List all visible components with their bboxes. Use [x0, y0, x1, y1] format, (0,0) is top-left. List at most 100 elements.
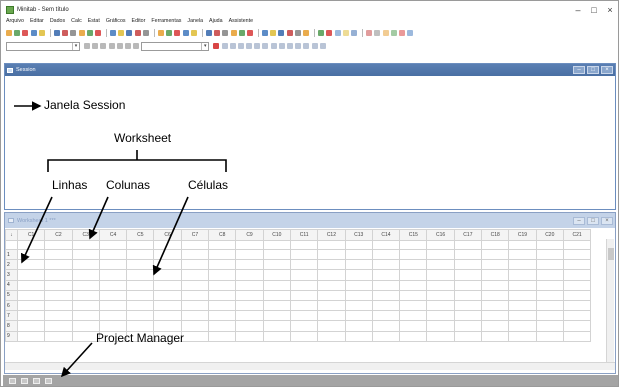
graph-folder-icon[interactable] — [45, 377, 52, 384]
toolbar-tool-icon[interactable] — [174, 30, 181, 36]
worksheet-cell[interactable] — [453, 248, 483, 261]
toolbar-tool-icon[interactable] — [270, 30, 277, 36]
worksheet-cell[interactable] — [344, 330, 373, 342]
worksheet-cell[interactable] — [535, 330, 564, 342]
column-name-cell[interactable] — [535, 240, 564, 250]
menu-item-arquivo[interactable]: Arquivo — [6, 18, 24, 24]
worksheet-cell[interactable] — [453, 320, 483, 332]
worksheet-cell[interactable] — [371, 248, 401, 261]
worksheet-cell[interactable] — [426, 259, 455, 271]
worksheet-cell[interactable] — [126, 248, 155, 261]
column-header[interactable]: C14 — [371, 229, 401, 241]
worksheet-cell[interactable] — [562, 259, 592, 271]
toolbar-tool-icon[interactable] — [326, 30, 333, 36]
toolbar-tool-icon[interactable] — [118, 30, 125, 36]
worksheet-cell[interactable] — [371, 279, 401, 291]
worksheet-cell[interactable] — [126, 299, 155, 312]
minimize-button[interactable]: – — [570, 4, 586, 16]
close-button[interactable]: × — [602, 4, 618, 16]
worksheet-cell[interactable] — [44, 299, 73, 312]
worksheet-cell[interactable] — [180, 289, 210, 301]
worksheet-cell[interactable] — [235, 269, 264, 281]
menu-item-estat[interactable]: Estat — [88, 18, 100, 24]
worksheet-cell[interactable] — [180, 269, 210, 281]
toolbar-tool-icon[interactable] — [86, 30, 93, 36]
session-minimize-button[interactable]: – — [573, 66, 585, 74]
toolbar-tool-icon[interactable] — [398, 30, 405, 36]
worksheet-cell[interactable] — [371, 330, 401, 342]
column-name-cell[interactable] — [453, 240, 483, 250]
worksheet-cell[interactable] — [208, 299, 237, 312]
toolbar-tool-icon[interactable] — [278, 30, 285, 36]
worksheet-cell[interactable] — [508, 330, 537, 342]
worksheet-cell[interactable] — [235, 259, 264, 271]
worksheet-grid[interactable]: ↓ C1 C2 C3 C4 C5 C6 C7 C8 C9 C10 C11 C12 C13 C14 C15 C16… — [5, 229, 605, 362]
maximize-button[interactable]: □ — [586, 4, 602, 16]
worksheet-cell[interactable] — [426, 320, 455, 332]
column-header[interactable]: C16 — [426, 229, 455, 241]
worksheet-cell[interactable] — [508, 279, 537, 291]
worksheet-cell[interactable] — [180, 259, 210, 271]
toolbar-tool-icon[interactable] — [222, 30, 229, 36]
worksheet-cell[interactable] — [508, 299, 537, 312]
worksheet-cell[interactable] — [262, 248, 291, 261]
worksheet-cell[interactable] — [262, 320, 291, 332]
worksheet-cell[interactable] — [426, 279, 455, 291]
worksheet-cell[interactable] — [44, 289, 73, 301]
column-header[interactable]: C7 — [180, 229, 210, 241]
worksheet-cell[interactable] — [71, 320, 100, 332]
toolbar-tool-icon[interactable] — [407, 30, 414, 36]
worksheet-cell[interactable] — [426, 299, 455, 312]
worksheet-cell[interactable] — [98, 320, 128, 332]
worksheet-cell[interactable] — [317, 269, 346, 281]
worksheet-cell[interactable] — [180, 299, 210, 312]
column-header[interactable]: C6 — [153, 229, 182, 241]
column-name-cell[interactable] — [44, 240, 73, 250]
worksheet-cell[interactable] — [344, 289, 373, 301]
column-name-cell[interactable] — [180, 240, 210, 250]
column-header[interactable]: C2 — [44, 229, 73, 241]
worksheet-cell[interactable] — [453, 330, 483, 342]
toolbar-tool-icon[interactable] — [319, 43, 326, 49]
column-header[interactable]: C3 — [71, 229, 100, 241]
toolbar-tool-icon[interactable] — [229, 43, 236, 49]
column-name-cell[interactable] — [508, 240, 537, 250]
toolbar-tool-icon[interactable] — [390, 30, 397, 36]
worksheet-cell[interactable] — [481, 299, 510, 312]
worksheet-cell[interactable] — [399, 248, 428, 261]
worksheet-cell[interactable] — [98, 310, 128, 322]
toolbar-tool-icon[interactable] — [334, 30, 341, 36]
worksheet-cell[interactable] — [235, 310, 264, 322]
column-header[interactable]: C21 — [562, 229, 592, 241]
worksheet-cell[interactable] — [262, 269, 291, 281]
worksheet-cell[interactable] — [44, 259, 73, 271]
worksheet-cell[interactable] — [262, 289, 291, 301]
toolbar-tool-icon[interactable] — [246, 30, 253, 36]
worksheet-cell[interactable] — [44, 269, 73, 281]
worksheet-cell[interactable] — [289, 279, 319, 291]
worksheet-cell[interactable] — [71, 248, 100, 261]
worksheet-cell[interactable] — [44, 330, 73, 342]
worksheet-cell[interactable] — [126, 279, 155, 291]
toolbar-tool-icon[interactable] — [124, 43, 131, 49]
column-name-cell[interactable] — [208, 240, 237, 250]
row-header[interactable]: 5 — [5, 289, 18, 301]
toolbar-tool-icon[interactable] — [350, 30, 357, 36]
worksheet-cell[interactable] — [235, 289, 264, 301]
toolbar-tool-icon[interactable] — [110, 30, 117, 36]
column-header[interactable]: C17 — [453, 229, 483, 241]
column-name-cell[interactable] — [562, 240, 592, 250]
worksheet-cell[interactable] — [289, 248, 319, 261]
column-name-cell[interactable] — [344, 240, 373, 250]
toolbar-tool-icon[interactable] — [142, 30, 149, 36]
column-header[interactable]: C12 — [317, 229, 346, 241]
toolbar-tool-icon[interactable] — [270, 43, 277, 49]
worksheet-cell[interactable] — [481, 289, 510, 301]
worksheet-cell[interactable] — [317, 248, 346, 261]
worksheet-cell[interactable] — [98, 289, 128, 301]
worksheet-cell[interactable] — [98, 299, 128, 312]
menu-item-ferramentas[interactable]: Ferramentas — [151, 18, 181, 24]
worksheet-cell[interactable] — [208, 279, 237, 291]
column-header[interactable]: C5 — [126, 229, 155, 241]
worksheet-cell[interactable] — [16, 310, 46, 322]
